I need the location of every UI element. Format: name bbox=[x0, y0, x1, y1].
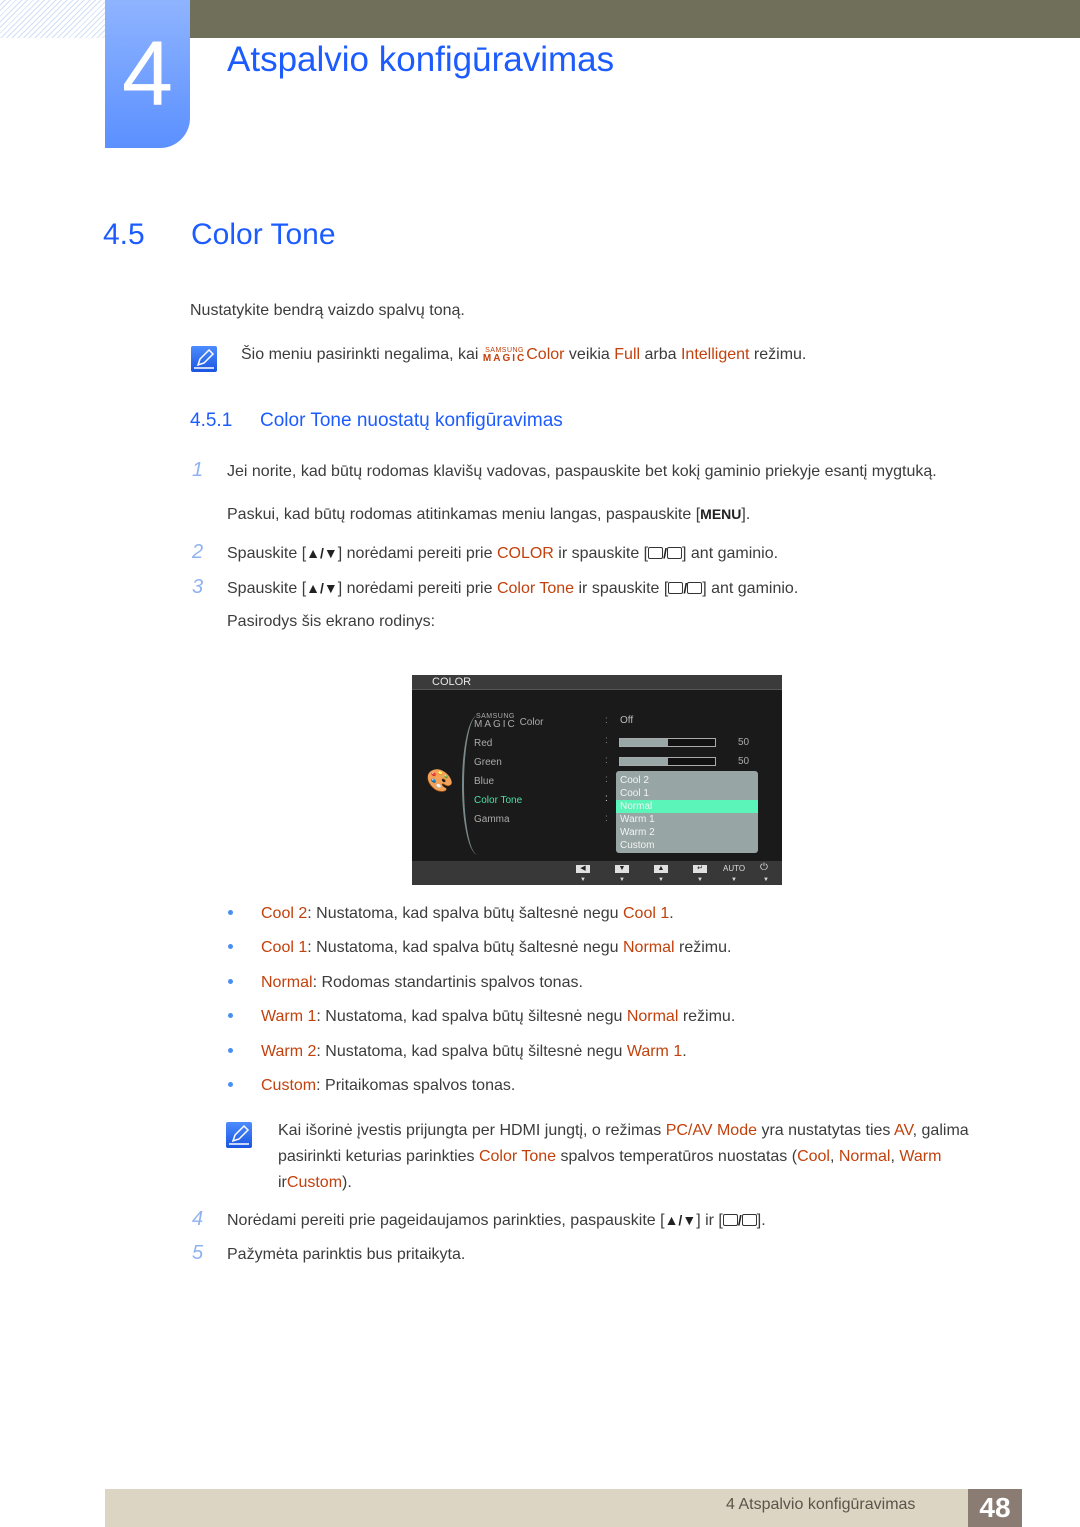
list-item: Warm 2: Nustatoma, kad spalva būtų šilte… bbox=[228, 1043, 687, 1061]
bullet-icon bbox=[228, 910, 233, 915]
option-cool-2[interactable]: Cool 2 bbox=[616, 774, 758, 787]
option-cool-1[interactable]: Cool 1 bbox=[616, 787, 758, 800]
osd-screenshot: COLOR 🎨 SAMSUNG MAGIC Color : Off Red : 5… bbox=[412, 675, 782, 885]
list-item: Warm 1: Nustatoma, kad spalva būtų šilte… bbox=[228, 1008, 735, 1026]
step-number: 4 bbox=[192, 1208, 204, 1230]
enter-icon bbox=[667, 547, 683, 559]
green-value: 50 bbox=[738, 756, 750, 767]
step-1-sub: Paskui, kad būtų rodomas atitinkamas men… bbox=[227, 506, 751, 523]
osd-item-gamma[interactable]: Gamma bbox=[474, 814, 510, 825]
enter-icon bbox=[741, 1214, 757, 1226]
red-slider[interactable] bbox=[619, 738, 716, 747]
up-down-arrows-icon: ▲/▼ bbox=[664, 1212, 697, 1228]
bullet-icon bbox=[228, 1013, 233, 1018]
magic-color-value: Off bbox=[620, 715, 634, 726]
source-icon bbox=[722, 1214, 738, 1226]
color-tone-dropdown[interactable]: Cool 2 Cool 1 Normal Warm 1 Warm 2 Custo… bbox=[616, 771, 758, 853]
power-icon[interactable]: ⏻ bbox=[760, 862, 768, 873]
up-down-arrows-icon: ▲/▼ bbox=[306, 580, 338, 596]
bullet-icon bbox=[228, 944, 233, 949]
step-number: 2 bbox=[192, 541, 204, 563]
step-number: 3 bbox=[192, 576, 204, 598]
page-number: 48 bbox=[968, 1489, 1022, 1527]
header-bar bbox=[190, 0, 1080, 38]
left-icon[interactable]: ◀ bbox=[576, 865, 590, 873]
option-warm-2[interactable]: Warm 2 bbox=[616, 826, 758, 839]
osd-item-magic-color[interactable]: SAMSUNG MAGIC Color bbox=[474, 713, 543, 730]
step-5-text: Pažymėta parinktis bus pritaikyta. bbox=[227, 1246, 466, 1263]
step-2-text: Spauskite [▲/▼] norėdami pereiti prie CO… bbox=[227, 545, 779, 562]
up-down-arrows-icon: ▲/▼ bbox=[306, 545, 338, 561]
list-item: Custom: Pritaikomas spalvos tonas. bbox=[228, 1077, 515, 1095]
full-mode: Full bbox=[614, 346, 641, 363]
option-custom[interactable]: Custom bbox=[616, 839, 758, 852]
osd-item-blue[interactable]: Blue bbox=[474, 776, 494, 787]
note-hdmi-line2: pasirinkti keturias parinkties Color Ton… bbox=[278, 1148, 942, 1165]
osd-item-green[interactable]: Green bbox=[474, 757, 502, 768]
step-3-sub: Pasirodys šis ekrano rodinys: bbox=[227, 613, 436, 630]
source-icon bbox=[648, 547, 664, 559]
chapter-title: Atspalvio konfigūravimas bbox=[227, 40, 615, 79]
chapter-number-tab: 4 bbox=[105, 0, 190, 148]
step-1-text: Jei norite, kad būtų rodomas klavišų vad… bbox=[227, 463, 937, 480]
note-restriction: Šio meniu pasirinkti negalima, kai SAMSU… bbox=[241, 346, 807, 364]
step-4-text: Norėdami pereiti prie pageidaujamos pari… bbox=[227, 1212, 766, 1229]
bullet-icon bbox=[228, 1048, 233, 1053]
down-icon[interactable]: ▼ bbox=[615, 865, 629, 873]
red-value: 50 bbox=[738, 737, 750, 748]
subsection-title: 4.5.1 Color Tone nuostatų konfigūravimas bbox=[190, 410, 563, 431]
note-pencil-icon bbox=[191, 346, 217, 372]
intelligent-mode: Intelligent bbox=[680, 346, 750, 363]
note-hdmi-line3: irCustom). bbox=[278, 1174, 352, 1191]
list-item: Cool 1: Nustatoma, kad spalva būtų šalte… bbox=[228, 939, 731, 957]
osd-item-color-tone[interactable]: Color Tone bbox=[474, 795, 522, 806]
section-title: 4.5 Color Tone bbox=[103, 218, 336, 252]
bullet-icon bbox=[228, 979, 233, 984]
osd-header: COLOR bbox=[412, 675, 782, 689]
intro-text: Nustatykite bendrą vaizdo spalvų toną. bbox=[190, 302, 465, 319]
auto-button[interactable]: AUTO bbox=[723, 864, 745, 873]
note-hdmi-line1: Kai išorinė įvestis prijungta per HDMI j… bbox=[278, 1122, 969, 1139]
option-normal[interactable]: Normal bbox=[616, 800, 758, 813]
enter-icon bbox=[687, 582, 703, 594]
section-name: Color Tone bbox=[191, 218, 336, 251]
decorative-hatch bbox=[0, 0, 105, 38]
palette-icon: 🎨 bbox=[426, 768, 454, 793]
menu-key: MENU bbox=[700, 506, 742, 522]
green-slider[interactable] bbox=[619, 757, 716, 766]
up-icon[interactable]: ▲ bbox=[654, 865, 668, 873]
note-pencil-icon bbox=[226, 1122, 252, 1148]
step-3-text: Spauskite [▲/▼] norėdami pereiti prie Co… bbox=[227, 580, 799, 597]
footer-chapter-label: 4 Atspalvio konfigūravimas bbox=[726, 1496, 916, 1513]
samsung-magic-logo: SAMSUNG MAGIC bbox=[482, 347, 527, 364]
enter-icon[interactable]: ↵ bbox=[693, 865, 707, 873]
source-icon bbox=[668, 582, 684, 594]
step-number: 1 bbox=[192, 459, 204, 481]
osd-item-red[interactable]: Red bbox=[474, 738, 492, 749]
bullet-icon bbox=[228, 1082, 233, 1087]
option-warm-1[interactable]: Warm 1 bbox=[616, 813, 758, 826]
section-number: 4.5 bbox=[103, 218, 145, 251]
step-number: 5 bbox=[192, 1242, 204, 1264]
list-item: Normal: Rodomas standartinis spalvos ton… bbox=[228, 974, 583, 992]
list-item: Cool 2: Nustatoma, kad spalva būtų šalte… bbox=[228, 905, 674, 923]
